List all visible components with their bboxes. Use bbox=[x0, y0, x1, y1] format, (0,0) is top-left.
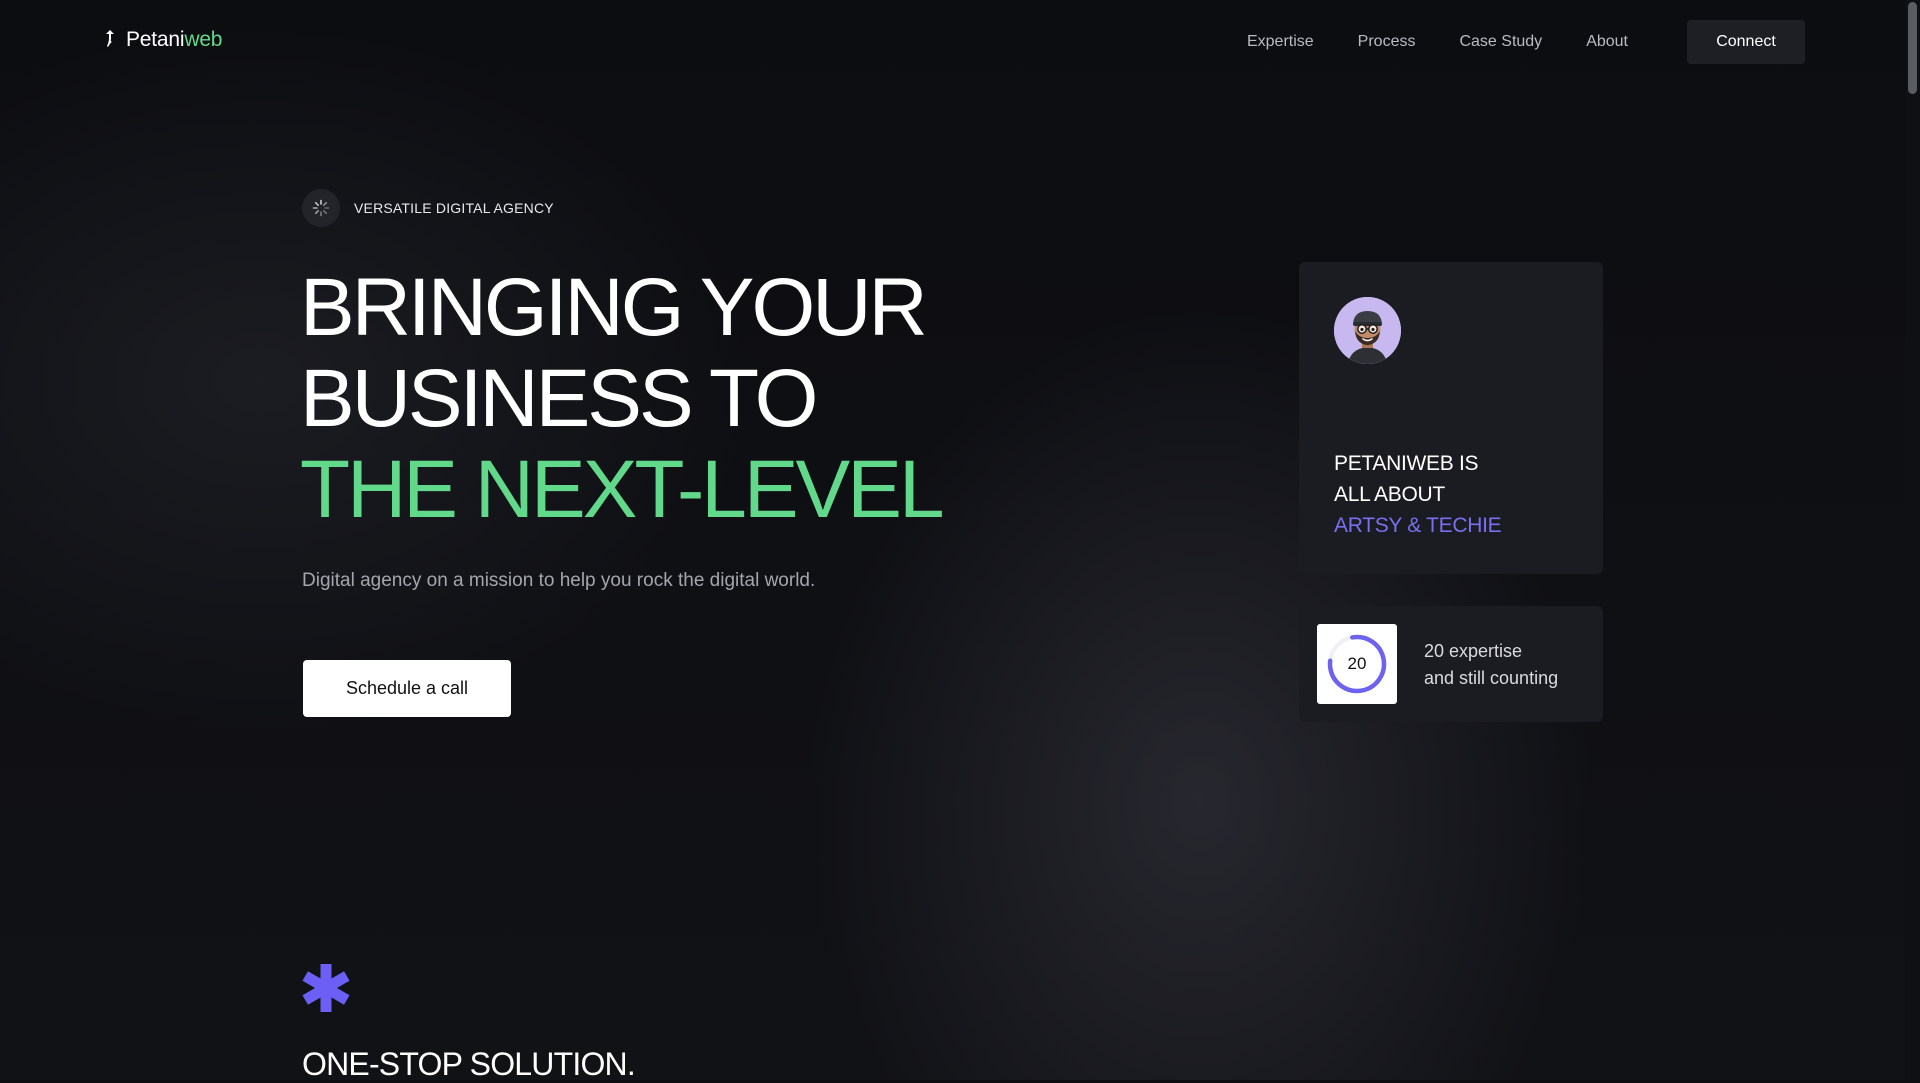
stat-line-1: 20 expertise bbox=[1424, 641, 1523, 661]
avatar bbox=[1334, 297, 1401, 364]
section-title: ONE-STOP SOLUTION. bbox=[302, 1046, 636, 1082]
brand-name: Petaniweb bbox=[126, 28, 223, 51]
sparkle-loader-icon bbox=[302, 189, 340, 227]
stat-card-text: 20 expertise and still counting bbox=[1424, 638, 1558, 692]
about-card-text: PETANIWEB IS ALL ABOUT ARTSY & TECHIE bbox=[1334, 448, 1502, 541]
scrollbar-thumb[interactable] bbox=[1908, 2, 1917, 94]
stat-line-2: and still counting bbox=[1424, 668, 1559, 688]
avatar-memoji bbox=[1334, 297, 1401, 364]
nav-link-process[interactable]: Process bbox=[1358, 33, 1416, 51]
nav-link-case-study[interactable]: Case Study bbox=[1459, 33, 1542, 51]
hero-headline: BRINGING YOUR BUSINESS TO THE NEXT-LEVEL bbox=[300, 262, 945, 535]
nav-link-about[interactable]: About bbox=[1586, 33, 1628, 51]
nav-link-expertise[interactable]: Expertise bbox=[1247, 33, 1314, 51]
connect-button[interactable]: Connect bbox=[1687, 20, 1805, 64]
stat-card: 20 20 expertise and still counting bbox=[1299, 606, 1603, 722]
top-navigation: Petaniweb Expertise Process Case Study A… bbox=[0, 0, 1905, 84]
headline-line-3: THE NEXT-LEVEL bbox=[300, 444, 945, 535]
about-line-3: ARTSY & TECHIE bbox=[1334, 514, 1502, 537]
about-card: PETANIWEB IS ALL ABOUT ARTSY & TECHIE bbox=[1299, 262, 1603, 574]
asterisk-icon bbox=[302, 964, 350, 1012]
progress-ring: 20 bbox=[1317, 624, 1397, 704]
about-line-2: ALL ABOUT bbox=[1334, 483, 1445, 506]
headline-line-2: BUSINESS TO bbox=[300, 353, 818, 444]
stat-value: 20 bbox=[1347, 654, 1367, 673]
brand-logo[interactable]: Petaniweb bbox=[102, 28, 222, 52]
page-background bbox=[0, 0, 1920, 1080]
hero-subtitle: Digital agency on a mission to help you … bbox=[302, 570, 816, 591]
nav-links: Expertise Process Case Study About bbox=[1247, 33, 1628, 51]
page-scrollbar[interactable] bbox=[1905, 0, 1920, 1080]
logo-mark-icon bbox=[106, 30, 114, 47]
about-line-1: PETANIWEB IS bbox=[1334, 452, 1479, 475]
hero-tag-label: VERSATILE DIGITAL AGENCY bbox=[354, 200, 554, 216]
hero-tag: VERSATILE DIGITAL AGENCY bbox=[302, 189, 554, 227]
schedule-call-button[interactable]: Schedule a call bbox=[303, 660, 511, 717]
headline-line-1: BRINGING YOUR bbox=[300, 262, 928, 353]
